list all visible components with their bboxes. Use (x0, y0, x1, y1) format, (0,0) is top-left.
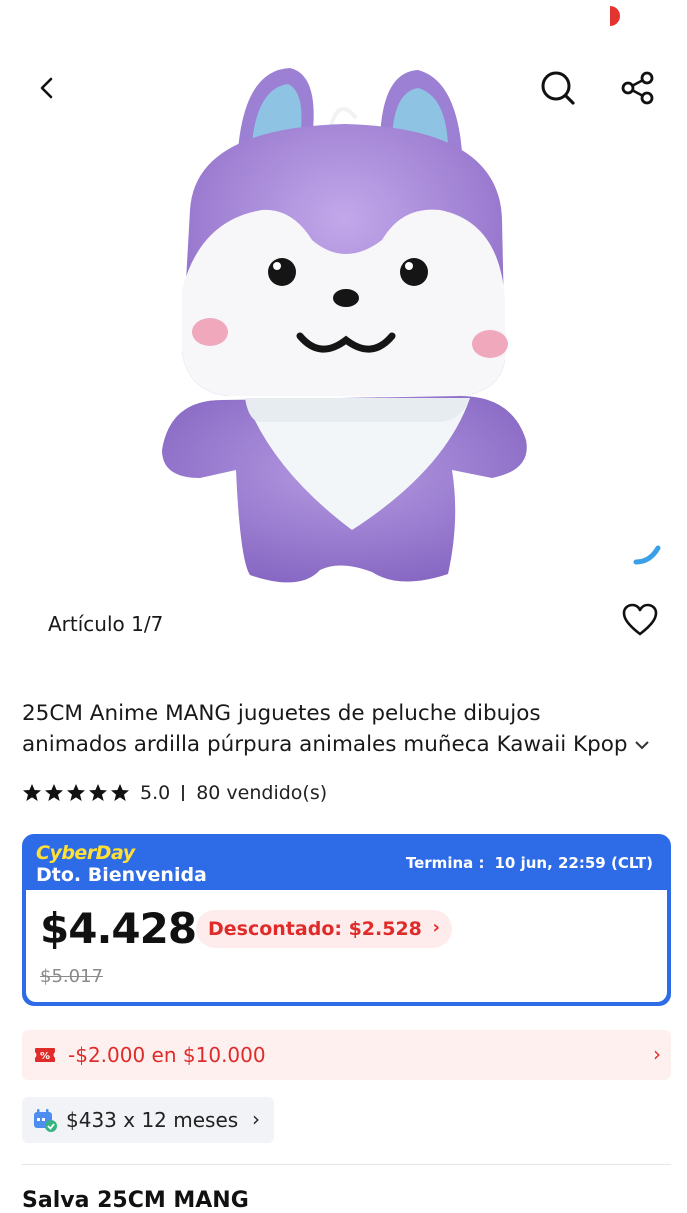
coupon-text: -$2.000 en $10.000 (68, 1043, 266, 1067)
svg-text:%: % (40, 1051, 50, 1062)
product-title[interactable]: 25CM Anime MANG juguetes de peluche dibu… (22, 698, 667, 760)
star-icon (45, 784, 63, 801)
image-counter: Artículo 1/7 (48, 612, 164, 636)
chevron-right-icon: › (432, 917, 440, 938)
star-icon (89, 784, 107, 801)
star-icon (111, 784, 129, 801)
promo-header: CyberDay Dto. Bienvenida Termina : 10 jun… (24, 836, 669, 890)
share-icon (621, 71, 654, 105)
star-icon (23, 784, 41, 801)
search-icon (541, 71, 575, 105)
star-rating (22, 783, 130, 803)
discount-label: Descontado: $2.528 (208, 918, 422, 940)
promo-body: $4.428 Descontado: $2.528 › $5.017 (26, 890, 667, 1002)
chevron-right-icon: › (653, 1042, 661, 1066)
coupon-row[interactable]: % -$2.000 en $10.000 › (22, 1030, 671, 1080)
rating-value: 5.0 (140, 782, 171, 804)
back-arrow-icon (40, 77, 53, 99)
star-icon (67, 784, 85, 801)
heart-icon (622, 603, 658, 636)
product-image-gallery[interactable] (0, 0, 687, 670)
promo-label: Dto. Bienvenida (36, 864, 207, 886)
search-button[interactable] (534, 64, 582, 112)
back-button[interactable] (24, 64, 72, 112)
promo-end-time: Termina : 10 jun, 22:59 (CLT) (406, 854, 653, 872)
promo-end-label: Termina : (405, 854, 485, 872)
next-section-peek: Salva 25CM MANG (22, 1188, 249, 1213)
divider (182, 785, 185, 801)
share-button[interactable] (614, 64, 662, 112)
product-image (162, 68, 527, 583)
chevron-down-icon[interactable] (634, 739, 650, 751)
promo-price-card: CyberDay Dto. Bienvenida Termina : 10 jun… (22, 834, 671, 1006)
section-divider (22, 1164, 671, 1165)
original-price: $5.017 (40, 966, 103, 987)
wishlist-button[interactable] (616, 596, 664, 644)
current-price: $4.428 (40, 904, 197, 953)
rating-row[interactable]: 5.0 80 vendido(s) (22, 782, 327, 804)
cyberday-logo: CyberDay (36, 842, 135, 864)
chevron-right-icon: › (252, 1107, 260, 1131)
discount-button[interactable]: Descontado: $2.528 › (196, 910, 452, 948)
product-title-line-2: animados ardilla púrpura animales muñeca… (22, 732, 628, 757)
promo-end-value: 10 jun, 22:59 (CLT) (494, 854, 653, 872)
sold-count: 80 vendido(s) (196, 782, 328, 804)
loading-indicator (633, 545, 661, 565)
installment-chip[interactable]: $433 x 12 meses › (22, 1097, 274, 1143)
product-title-line-1: 25CM Anime MANG juguetes de peluche dibu… (22, 701, 541, 726)
installment-text: $433 x 12 meses (66, 1108, 239, 1132)
calendar-card-icon (34, 1109, 57, 1132)
coupon-percent-icon: % (35, 1048, 55, 1062)
